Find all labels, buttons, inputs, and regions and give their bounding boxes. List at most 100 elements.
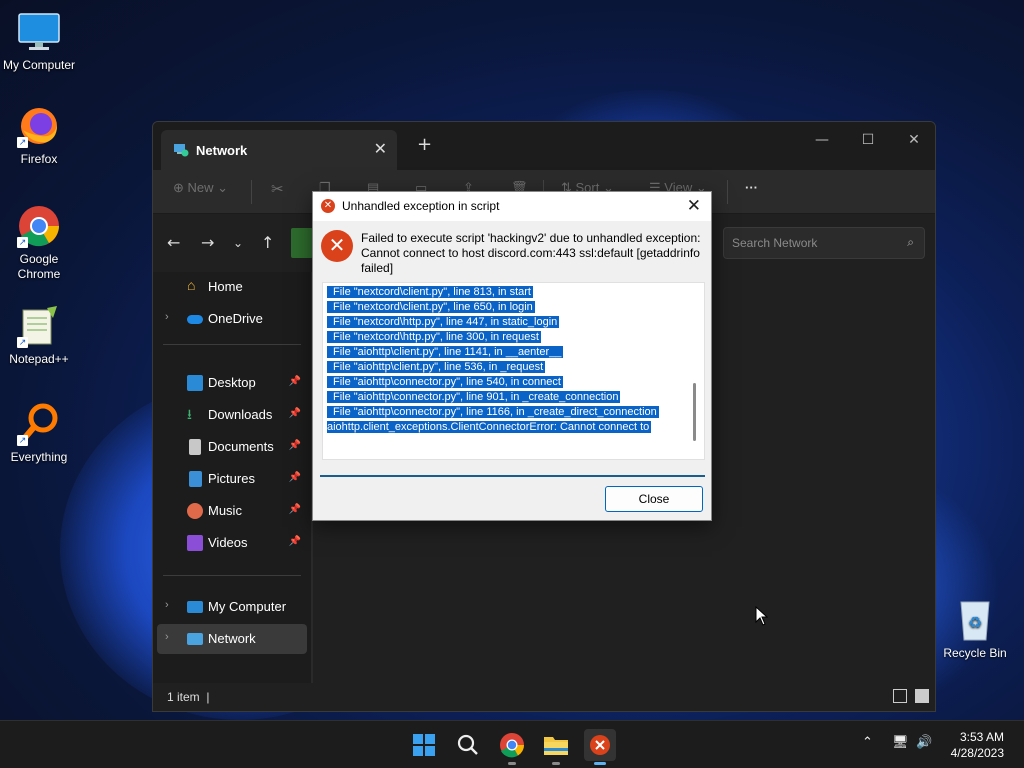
pin-icon: 📌 xyxy=(288,504,301,515)
desktop-icon-firefox[interactable]: ↗ Firefox xyxy=(1,104,77,167)
forward-arrow-icon[interactable]: → xyxy=(201,233,214,252)
nav-item-downloads[interactable]: ⭳ Downloads 📌 xyxy=(157,400,307,430)
dialog-title: Unhandled exception in script xyxy=(342,199,500,213)
traceback-line: File "aiohttp\connector.py", line 901, i… xyxy=(327,390,659,405)
title-bar: Network ✕ + — ☐ ✕ xyxy=(153,122,935,170)
pin-icon: 📌 xyxy=(288,536,301,547)
chevron-down-icon[interactable]: ⌄ xyxy=(233,236,243,250)
nav-item-my-computer[interactable]: › My Computer xyxy=(157,592,307,622)
shortcut-arrow-icon: ↗ xyxy=(17,435,28,446)
desktop-icon-label: Recycle Bin xyxy=(943,646,1007,660)
item-count: 1 item | xyxy=(167,690,210,704)
nav-item-label: Pictures xyxy=(208,471,255,486)
search-placeholder: Search Network xyxy=(732,236,818,250)
toolbar-divider xyxy=(251,180,252,204)
picture-icon xyxy=(189,471,202,487)
back-arrow-icon[interactable]: ← xyxy=(167,233,180,252)
taskbar-file-explorer[interactable] xyxy=(540,729,572,765)
desktop-icon-notepad-plus-plus[interactable]: ↗ Notepad++ xyxy=(1,304,77,367)
error-icon xyxy=(590,735,610,755)
running-indicator xyxy=(508,762,516,765)
taskbar-chrome[interactable] xyxy=(496,729,528,765)
nav-item-label: Videos xyxy=(208,535,248,550)
close-button[interactable]: Close xyxy=(605,486,703,512)
nav-item-videos[interactable]: Videos 📌 xyxy=(157,528,307,558)
traceback-line-text: aiohttp.client_exceptions.ClientConnecto… xyxy=(327,421,652,433)
pin-icon: 📌 xyxy=(288,472,301,483)
chrome-icon: ↗ xyxy=(17,204,61,248)
monitor-icon xyxy=(187,601,203,613)
nav-divider xyxy=(163,344,301,345)
close-window-button[interactable]: ✕ xyxy=(891,126,935,156)
more-options-button[interactable]: ··· xyxy=(745,180,758,195)
close-tab-icon[interactable]: ✕ xyxy=(374,139,387,158)
navigation-pane: ⌂ Home › OneDrive Desktop 📌 ⭳ Downloads … xyxy=(153,272,311,684)
vertical-scrollbar[interactable] xyxy=(693,383,696,441)
desktop-icon-recycle-bin[interactable]: ♻ Recycle Bin xyxy=(937,598,1013,661)
desktop-icon-label: Google Chrome xyxy=(17,252,61,281)
network-status-icon[interactable]: 🖥 xyxy=(892,735,909,750)
taskbar-error-app[interactable] xyxy=(584,729,616,765)
document-icon xyxy=(189,439,201,455)
desktop-icon-label: Firefox xyxy=(20,152,58,166)
nav-item-home[interactable]: ⌂ Home xyxy=(157,272,307,302)
magnifier-icon: ↗ xyxy=(17,402,61,446)
home-icon: ⌂ xyxy=(187,277,196,293)
recycle-bin-icon: ♻ xyxy=(953,598,997,642)
dialog-close-icon[interactable]: ✕ xyxy=(687,196,701,216)
new-label: New xyxy=(187,180,214,195)
nav-item-label: Network xyxy=(208,631,256,646)
nav-item-label: Home xyxy=(208,279,243,294)
tab-network[interactable]: Network ✕ xyxy=(161,130,397,170)
desktop-icon-label: Notepad++ xyxy=(9,352,69,366)
notepad-plus-plus-icon: ↗ xyxy=(17,304,61,348)
traceback-line-text: File "aiohttp\client.py", line 1141, in … xyxy=(327,346,564,358)
clock[interactable]: 3:53 AM 4/28/2023 xyxy=(951,729,1004,761)
tiles-view-icon[interactable] xyxy=(915,689,929,703)
nav-item-documents[interactable]: Documents 📌 xyxy=(157,432,307,462)
clock-time: 3:53 AM xyxy=(959,730,1004,744)
search-button[interactable] xyxy=(452,729,484,761)
nav-item-onedrive[interactable]: › OneDrive xyxy=(157,304,307,334)
status-bar: 1 item | xyxy=(153,683,935,711)
music-icon xyxy=(187,503,203,519)
new-button[interactable]: ⊕ New ⌄ xyxy=(173,180,228,196)
desktop-icon-everything[interactable]: ↗ Everything xyxy=(1,402,77,465)
start-button[interactable] xyxy=(408,729,440,761)
chevron-right-icon: › xyxy=(165,631,169,643)
nav-item-music[interactable]: Music 📌 xyxy=(157,496,307,526)
maximize-button[interactable]: ☐ xyxy=(845,126,891,156)
nav-item-label: My Computer xyxy=(208,599,287,614)
traceback-line-text: File "aiohttp\client.py", line 536, in _… xyxy=(327,361,546,373)
chevron-right-icon: › xyxy=(165,599,169,611)
monitor-icon xyxy=(17,10,61,54)
search-icon xyxy=(457,734,478,755)
desktop-icon xyxy=(187,375,203,391)
desktop-icon-chrome[interactable]: ↗ Google Chrome xyxy=(1,204,77,282)
cut-icon[interactable]: ✂ xyxy=(271,180,284,198)
traceback-line-text: File "aiohttp\connector.py", line 540, i… xyxy=(327,376,563,388)
nav-item-network[interactable]: › Network xyxy=(157,624,307,654)
up-arrow-icon[interactable]: ↑ xyxy=(261,233,274,252)
nav-item-label: Desktop xyxy=(208,375,256,390)
minimize-button[interactable]: — xyxy=(799,126,845,156)
chrome-icon xyxy=(500,733,525,758)
traceback-line: File "nextcord\http.py", line 300, in re… xyxy=(327,330,659,345)
download-icon: ⭳ xyxy=(187,406,192,422)
nav-item-desktop[interactable]: Desktop 📌 xyxy=(157,368,307,398)
search-input[interactable]: Search Network ⌕ xyxy=(723,227,925,259)
show-hidden-icons-button[interactable]: ⌃ xyxy=(862,735,873,750)
shortcut-arrow-icon: ↗ xyxy=(17,337,28,348)
details-view-icon[interactable] xyxy=(893,689,907,703)
nav-item-pictures[interactable]: Pictures 📌 xyxy=(157,464,307,494)
firefox-icon: ↗ xyxy=(17,104,61,148)
new-tab-button[interactable]: + xyxy=(417,134,432,155)
pin-icon: 📌 xyxy=(288,408,301,419)
desktop-icon-my-computer[interactable]: My Computer xyxy=(1,10,77,73)
traceback-textbox[interactable]: File "nextcord\client.py", line 813, in … xyxy=(322,282,705,460)
volume-icon[interactable]: 🔊 xyxy=(916,735,932,750)
nav-item-label: Documents xyxy=(208,439,274,454)
address-network-icon[interactable] xyxy=(291,228,313,258)
chevron-right-icon: › xyxy=(165,311,169,323)
folder-icon xyxy=(544,737,568,755)
